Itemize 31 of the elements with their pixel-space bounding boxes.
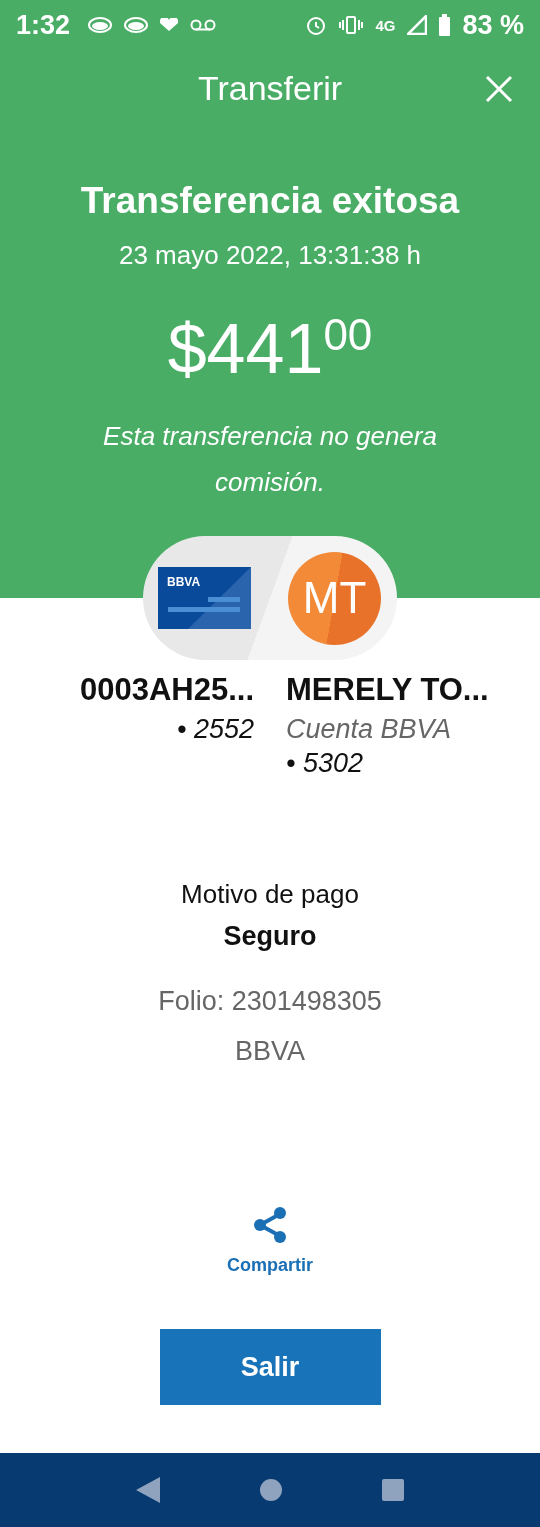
- voicemail-icon: [190, 19, 217, 31]
- recipient-account: • 5302: [286, 747, 364, 780]
- close-icon[interactable]: [484, 74, 514, 104]
- home-icon[interactable]: [260, 1479, 282, 1501]
- battery-icon: [439, 14, 451, 36]
- payment-reason-label: Motivo de pago: [181, 878, 359, 911]
- share-icon: [253, 1207, 287, 1243]
- share-button[interactable]: Compartir: [221, 1206, 319, 1277]
- bank-name: BBVA: [235, 1035, 305, 1068]
- network-type: 4G: [375, 16, 396, 34]
- recipient-bank: Cuenta BBVA: [286, 713, 452, 746]
- folio-number: Folio: 2301498305: [158, 985, 382, 1018]
- alarm-icon: [305, 14, 328, 36]
- recipient-avatar: MT: [288, 551, 381, 645]
- transfer-date: 23 mayo 2022, 13:31:38 h: [118, 240, 422, 271]
- transfer-amount: $441$^{00}$: [167, 309, 373, 389]
- heart-icon: [160, 18, 179, 32]
- status-time: 1:32: [16, 9, 71, 41]
- battery-level: 83 %: [462, 9, 524, 41]
- success-title: Transferencia exitosa: [80, 180, 460, 222]
- screen-title: Transferir: [197, 68, 343, 108]
- commission-note: Esta transferencia no genera comisión.: [102, 420, 438, 499]
- recipient-name: MERELY TO...: [286, 671, 489, 709]
- back-icon[interactable]: [136, 1477, 160, 1503]
- exit-button[interactable]: Salir: [159, 1329, 381, 1405]
- payment-reason: Seguro: [223, 920, 317, 953]
- source-name: 0003AH25...: [79, 671, 254, 709]
- bank-card: BBVA: [158, 567, 251, 629]
- signal-icon: [407, 15, 428, 35]
- source-account: • 2552: [176, 713, 254, 746]
- vibrate-icon: [339, 14, 364, 36]
